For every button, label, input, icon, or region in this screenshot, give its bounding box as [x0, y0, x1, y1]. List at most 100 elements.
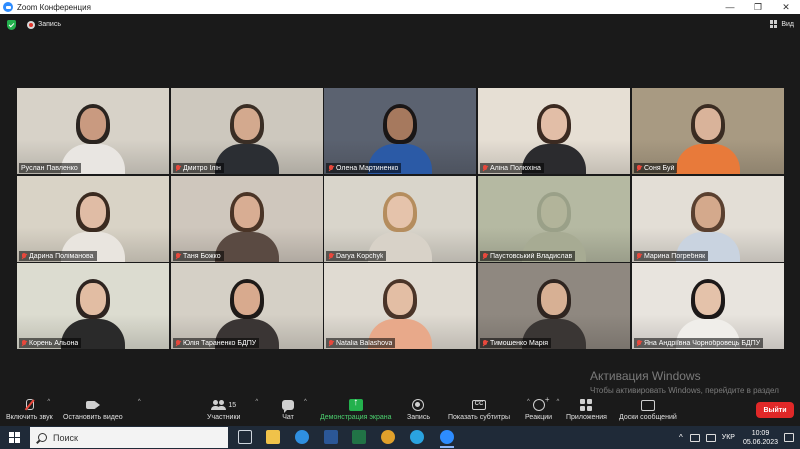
- telegram-app-icon[interactable]: [410, 430, 424, 444]
- participant-name: Паустовський Владислав: [490, 252, 573, 260]
- recording-label[interactable]: Запись: [38, 21, 61, 28]
- volume-icon[interactable]: [705, 433, 716, 442]
- participants-button[interactable]: 15 ^ Участники: [207, 397, 258, 421]
- system-tray: ^ УКР 10:09 05.06.2023: [679, 426, 800, 449]
- clock-date: 05.06.2023: [742, 438, 778, 446]
- participant-name: Darya Kopchyk: [336, 252, 384, 260]
- encryption-shield-icon[interactable]: [7, 20, 16, 30]
- muted-mic-icon: [175, 252, 181, 260]
- participant-name: Корень Альона: [29, 339, 79, 347]
- reactions-button[interactable]: ^ Реакции: [525, 395, 559, 421]
- muted-mic-icon: [482, 164, 488, 172]
- show-captions-label: Показать субтитры: [448, 414, 511, 421]
- meeting-toolbar: ^ Включить звук ^ Остановить видео 15 ^ У…: [0, 395, 800, 426]
- muted-mic-icon: [25, 399, 35, 411]
- whiteboards-label: Доски сообщений: [619, 414, 677, 421]
- chevron-up-icon[interactable]: ^: [557, 399, 560, 405]
- tray-chevron-up-icon[interactable]: ^: [679, 433, 683, 442]
- clock-time: 10:09: [751, 429, 770, 437]
- participant-tile[interactable]: Дарина Поліманова: [17, 176, 169, 262]
- participant-name-tag: Корень Альона: [19, 338, 82, 348]
- chevron-up-icon[interactable]: ^: [47, 399, 50, 405]
- share-screen-icon: [348, 397, 363, 411]
- muted-mic-icon: [175, 339, 181, 347]
- muted-mic-icon: [636, 339, 642, 347]
- taskbar-clock[interactable]: 10:09 05.06.2023: [743, 429, 778, 447]
- network-icon[interactable]: [689, 433, 700, 442]
- participant-tile[interactable]: Natalia Balashova: [324, 263, 476, 349]
- task-view-app-icon[interactable]: [238, 430, 252, 444]
- participant-tile[interactable]: Darya Kopchyk: [324, 176, 476, 262]
- watermark-title: Активация Windows: [590, 369, 701, 383]
- excel-app-icon[interactable]: [352, 430, 366, 444]
- chevron-up-icon[interactable]: ^: [138, 399, 141, 405]
- muted-mic-icon: [21, 339, 27, 347]
- keyboard-language[interactable]: УКР: [722, 434, 735, 441]
- windows-taskbar: Поиск ^ УКР 10:09 05.06.2023: [0, 426, 800, 449]
- participant-tile[interactable]: Тимошенко Марія: [478, 263, 630, 349]
- taskbar-search-box[interactable]: Поиск: [30, 427, 228, 448]
- participants-icon: [211, 400, 225, 410]
- chevron-up-icon[interactable]: ^: [304, 399, 307, 405]
- participant-name: Тимошенко Марія: [490, 339, 548, 347]
- zoom-window: Zoom Конференция — ❐ ✕ Запись Вид Руслан…: [0, 0, 800, 449]
- participant-name-tag: Тимошенко Марія: [480, 338, 551, 348]
- participant-tile[interactable]: Дмитро Ілін: [171, 88, 323, 174]
- participant-name-tag: Соня Буй: [634, 163, 678, 173]
- chat-button[interactable]: ^ Чат: [282, 397, 307, 421]
- participant-tile[interactable]: Олена Мартиненко: [324, 88, 476, 174]
- search-icon: [38, 433, 47, 442]
- file-explorer-app-icon[interactable]: [266, 430, 280, 444]
- reactions-icon: [532, 395, 550, 411]
- unmute-button[interactable]: ^ Включить звук: [6, 397, 53, 421]
- muted-mic-icon: [328, 252, 334, 260]
- maximize-button[interactable]: ❐: [744, 0, 772, 14]
- record-label: Запись: [407, 414, 430, 421]
- participant-tile[interactable]: Марина Погребняк: [632, 176, 784, 262]
- participant-tile[interactable]: Аліна Полюхіна: [478, 88, 630, 174]
- share-screen-button[interactable]: Демонстрация экрана: [320, 397, 392, 421]
- participant-tile[interactable]: Руслан Павленко: [17, 88, 169, 174]
- grid-view-icon: [770, 20, 778, 28]
- chevron-up-icon[interactable]: ^: [255, 399, 258, 405]
- show-captions-button[interactable]: CC ^ Показать субтитры: [448, 397, 530, 421]
- zoom-app-icon[interactable]: [440, 430, 454, 448]
- participant-name-tag: Таня Божко: [173, 251, 224, 261]
- recording-indicator-icon: [27, 21, 35, 29]
- participant-tile[interactable]: Яна Андріївна Чорнобровець БДПУ: [632, 263, 784, 349]
- window-title: Zoom Конференция: [17, 2, 91, 12]
- share-screen-label: Демонстрация экрана: [320, 414, 392, 421]
- chrome-app-icon[interactable]: [381, 430, 395, 444]
- edge-app-icon[interactable]: [295, 430, 309, 444]
- close-button[interactable]: ✕: [772, 0, 800, 14]
- windows-start-icon[interactable]: [9, 432, 20, 443]
- participant-tile[interactable]: Соня Буй: [632, 88, 784, 174]
- participant-tile[interactable]: Корень Альона: [17, 263, 169, 349]
- whiteboards-button[interactable]: Доски сообщений: [619, 397, 677, 421]
- view-button[interactable]: Вид: [770, 20, 794, 28]
- stop-video-button[interactable]: ^ Остановить видео: [63, 397, 141, 421]
- reactions-label: Реакции: [525, 414, 553, 421]
- participant-name-tag: Дмитро Ілін: [173, 163, 224, 173]
- participant-name-tag: Natalia Balashova: [326, 338, 396, 348]
- minimize-button[interactable]: —: [716, 0, 744, 14]
- participant-name-tag: Юлія Тараненко БДПУ: [173, 338, 260, 348]
- word-app-icon[interactable]: [324, 430, 338, 444]
- unmute-label: Включить звук: [6, 414, 53, 421]
- participant-tile[interactable]: Паустовський Владислав: [478, 176, 630, 262]
- participant-video: [215, 190, 279, 262]
- participant-video: [215, 102, 279, 174]
- notifications-icon[interactable]: [784, 433, 794, 442]
- stop-video-label: Остановить видео: [63, 414, 123, 421]
- apps-button[interactable]: Приложения: [566, 397, 607, 421]
- participant-tile[interactable]: Юлія Тараненко БДПУ: [171, 263, 323, 349]
- participant-name: Марина Погребняк: [644, 252, 706, 260]
- apps-icon: [580, 399, 593, 411]
- meeting-info-bar: Запись Вид: [0, 14, 800, 36]
- muted-mic-icon: [21, 252, 27, 260]
- record-button[interactable]: Запись: [407, 397, 430, 421]
- leave-button[interactable]: Выйти: [756, 402, 794, 418]
- participant-tile[interactable]: Таня Божко: [171, 176, 323, 262]
- participant-name-tag: Аліна Полюхіна: [480, 163, 544, 173]
- participant-name: Юлія Тараненко БДПУ: [183, 339, 257, 347]
